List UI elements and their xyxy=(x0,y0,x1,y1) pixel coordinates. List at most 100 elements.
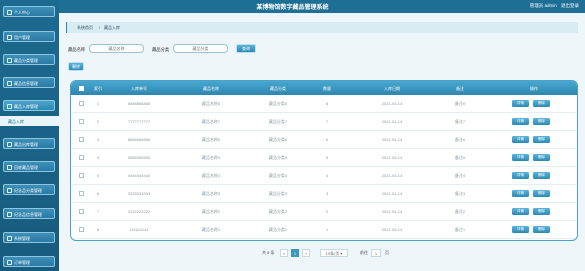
row-delete-button[interactable]: 删除 xyxy=(533,154,550,161)
delete-selected-button[interactable]: 删除 xyxy=(68,62,84,71)
row-detail-button[interactable]: 详情 xyxy=(512,190,529,197)
cell-index: 8 xyxy=(96,227,100,232)
row-detail-button[interactable]: 详情 xyxy=(512,208,529,215)
cell-name: 藏品名称6 xyxy=(201,137,221,142)
logout-link[interactable]: 退出登录 xyxy=(561,3,579,8)
row-detail-button[interactable]: 详情 xyxy=(512,100,529,107)
sidebar-item-category[interactable]: 藏品分类管理 xyxy=(3,54,55,65)
col-date: 入库日期 xyxy=(384,86,400,91)
row-checkbox[interactable] xyxy=(79,173,84,178)
cell-qty: 7 xyxy=(325,119,329,124)
prev-page-button[interactable]: < xyxy=(280,249,288,257)
row-checkbox[interactable] xyxy=(79,101,84,106)
cell-no: 4444444444 xyxy=(127,173,151,178)
cell-name: 藏品名称1 xyxy=(201,227,221,232)
cell-index: 3 xyxy=(96,137,100,142)
row-detail-button[interactable]: 详情 xyxy=(512,226,529,233)
table-row: 6 3333333333 藏品名称3 藏品分类3 3 2021-04-14 备注3 详情 删除 xyxy=(71,185,577,203)
page-size-select[interactable]: 10条/页 ▾ xyxy=(320,249,348,257)
sidebar-item-collection[interactable]: 藏品信息管理 xyxy=(3,77,55,88)
cell-note: 备注2 xyxy=(454,209,466,214)
cell-note: 备注8 xyxy=(454,101,466,106)
cell-qty: 6 xyxy=(325,137,329,142)
sidebar-item-outbound[interactable]: 藏品出库管理 xyxy=(3,138,55,149)
chevron-down-icon: ▾ xyxy=(340,251,343,256)
goto-page-input[interactable]: 1 xyxy=(371,249,381,257)
cell-type: 藏品分类6 xyxy=(268,137,288,142)
page-1-button[interactable]: 1 xyxy=(291,249,299,257)
cell-date: 2021-04-14 xyxy=(381,173,403,178)
cell-name: 藏品名称7 xyxy=(201,119,221,124)
col-type: 藏品分类 xyxy=(270,86,286,91)
row-delete-button[interactable]: 删除 xyxy=(533,100,550,107)
cell-date: 2021-04-14 xyxy=(381,209,403,214)
tag-icon xyxy=(7,187,12,193)
cell-type: 藏品分类8 xyxy=(268,101,288,106)
row-checkbox[interactable] xyxy=(79,227,84,232)
select-all-checkbox[interactable] xyxy=(79,85,84,91)
sidebar-item-system[interactable]: 系统管理 xyxy=(3,232,55,243)
data-table: 索引 入库单号 藏品名称 藏品分类 数量 入库日期 备注 操作 1 8888888… xyxy=(70,80,578,241)
table-row: 5 4444444444 藏品名称4 藏品分类4 4 2021-04-14 备注4 详情 删除 xyxy=(71,167,577,185)
row-detail-button[interactable]: 详情 xyxy=(512,172,529,179)
row-delete-button[interactable]: 删除 xyxy=(533,190,550,197)
cell-no: 1111111111 xyxy=(129,227,149,232)
breadcrumb-separator: / xyxy=(99,25,101,30)
cell-note: 备注4 xyxy=(454,173,466,178)
order-icon xyxy=(7,259,12,265)
cell-note: 备注1 xyxy=(454,227,466,232)
user-area: 管理员 admin 退出登录 xyxy=(527,3,579,9)
table-row: 8 1111111111 藏品名称1 藏品分类1 1 2021-04-14 备注1 详情 删除 xyxy=(71,221,577,239)
row-checkbox[interactable] xyxy=(79,155,84,160)
row-delete-button[interactable]: 删除 xyxy=(533,172,550,179)
row-delete-button[interactable]: 删除 xyxy=(533,226,550,233)
cell-qty: 5 xyxy=(325,155,329,160)
pagination-total: 共 8 条 xyxy=(262,250,275,255)
cell-note: 备注7 xyxy=(454,119,466,124)
row-delete-button[interactable]: 删除 xyxy=(533,118,550,125)
row-delete-button[interactable]: 删除 xyxy=(533,208,550,215)
current-user: 管理员 admin xyxy=(529,3,557,8)
sidebar-item-souvenir-category[interactable]: 纪念品分类管理 xyxy=(3,184,55,195)
cell-date: 2021-04-14 xyxy=(381,101,403,106)
row-checkbox[interactable] xyxy=(79,137,84,142)
row-detail-button[interactable]: 详情 xyxy=(512,136,529,143)
app-title: 某博物馆数字藏品管理系统 xyxy=(256,5,329,11)
sidebar-item-orders[interactable]: 订单管理 xyxy=(3,256,55,267)
row-checkbox[interactable] xyxy=(79,209,84,214)
folder-icon xyxy=(7,57,12,63)
cell-no: 3333333333 xyxy=(127,191,151,196)
row-checkbox[interactable] xyxy=(79,119,84,124)
breadcrumb-home[interactable]: 系统首页 xyxy=(77,25,93,31)
cell-no: 2222222222 xyxy=(127,209,151,214)
query-button[interactable]: 查询 xyxy=(236,44,256,53)
sidebar: 个人中心 用户管理 藏品分类管理 藏品信息管理 藏品入库管理 藏品入库 藏品出库… xyxy=(0,0,59,271)
sidebar-item-users[interactable]: 用户管理 xyxy=(3,31,55,42)
cell-qty: 4 xyxy=(325,173,329,178)
next-page-button[interactable]: > xyxy=(302,249,310,257)
cell-index: 6 xyxy=(96,191,100,196)
cell-qty: 2 xyxy=(325,209,329,214)
cell-type: 藏品分类1 xyxy=(268,227,288,232)
col-qty: 数量 xyxy=(323,86,331,91)
cell-name: 藏品名称2 xyxy=(201,209,221,214)
sidebar-item-inbound[interactable]: 藏品入库管理 xyxy=(3,100,55,111)
sidebar-item-souvenir[interactable]: 纪念品信息管理 xyxy=(3,208,55,219)
cell-qty: 8 xyxy=(325,101,329,106)
sidebar-item-profile[interactable]: 个人中心 xyxy=(3,6,55,17)
cell-no: 5555555555 xyxy=(127,155,151,160)
row-delete-button[interactable]: 删除 xyxy=(533,136,550,143)
sidebar-subitem-inbound[interactable]: 藏品入库 xyxy=(0,116,59,126)
row-detail-button[interactable]: 详情 xyxy=(512,154,529,161)
row-checkbox[interactable] xyxy=(79,191,84,196)
type-search-input[interactable] xyxy=(173,44,228,53)
archive-icon xyxy=(7,80,12,86)
col-name: 藏品名称 xyxy=(203,86,219,91)
row-detail-button[interactable]: 详情 xyxy=(512,118,529,125)
cell-type: 藏品分类7 xyxy=(268,119,288,124)
type-search-label: 藏品分类 xyxy=(152,47,170,52)
table-row: 1 8888888888 藏品名称8 藏品分类8 8 2021-04-14 备注8 详情 删除 xyxy=(71,95,577,113)
sidebar-item-recycle[interactable]: 回收藏品管理 xyxy=(3,161,55,172)
user-icon xyxy=(7,9,12,15)
name-search-input[interactable] xyxy=(89,44,144,53)
